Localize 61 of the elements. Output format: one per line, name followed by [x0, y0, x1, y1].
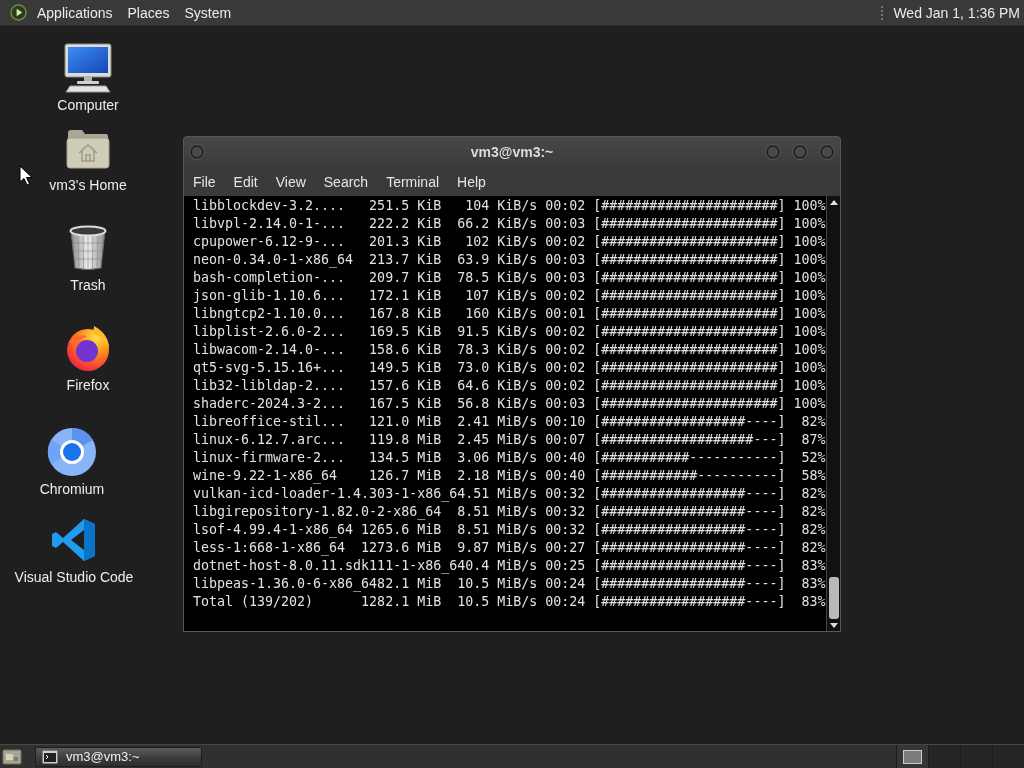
vscode-icon[interactable] — [51, 517, 97, 563]
desktop-icon-label[interactable]: vm3's Home — [49, 176, 127, 194]
terminal-line: vulkan-icd-loader-1.4.303-1-x86_64.51 MiB/s 00:32 [##################----] 82% — [193, 485, 826, 503]
terminal-line: libplist-2.6.0-2... 169.5 KiB 91.5 KiB/s 00:02 [######################] 100% — [193, 323, 826, 341]
terminal-line: libngtcp2-1.10.0... 167.8 KiB 160 KiB/s 00:01 [######################] 100% — [193, 305, 826, 323]
panel-menu[interactable]: System — [177, 4, 239, 21]
taskbar-button[interactable]: vm3@vm3:~ — [35, 746, 202, 767]
drag-handle-icon[interactable] — [881, 4, 885, 21]
terminal-line: less-1:668-1-x86_64 1273.6 MiB 9.87 MiB/s 00:27 [##################----] 82% — [193, 539, 826, 557]
menu-item[interactable]: Help — [449, 170, 494, 193]
desktop-icon-label[interactable]: Visual Studio Code — [14, 568, 134, 586]
terminal-line: libpeas-1.36.0-6-x86_6482.1 MiB 10.5 MiB/s 00:24 [##################----] 83% — [193, 575, 826, 593]
menu-item[interactable]: View — [267, 170, 314, 193]
menu-item[interactable]: Terminal — [378, 170, 448, 193]
terminal-line: libreoffice-stil... 121.0 MiB 2.41 MiB/s 00:10 [##################----] 82% — [193, 413, 826, 431]
menu-item[interactable]: Search — [315, 170, 377, 193]
terminal-line: Total (139/202) 1282.1 MiB 10.5 MiB/s 00:24 [##################----] 83% — [193, 593, 826, 611]
terminal-line: dotnet-host-8.0.11.sdk111-1-x86_640.4 MiB/s 00:25 [##################----] 83% — [193, 557, 826, 575]
terminal-line: cpupower-6.12-9-... 201.3 KiB 102 KiB/s 00:02 [######################] 100% — [193, 233, 826, 251]
terminal-line: libvpl-2.14.0-1-... 222.2 KiB 66.2 KiB/s 00:03 [######################] 100% — [193, 215, 826, 233]
scroll-up-arrow-icon[interactable] — [829, 200, 838, 205]
terminal-line: wine-9.22-1-x86_64 126.7 MiB 2.18 MiB/s 00:40 [############----------] 58% — [193, 467, 826, 485]
firefox-icon[interactable] — [64, 324, 112, 372]
trash-icon[interactable] — [68, 225, 108, 271]
scroll-down-arrow-icon[interactable] — [829, 623, 838, 628]
desktop-icon-label[interactable]: Firefox — [66, 376, 110, 394]
clock[interactable]: Wed Jan 1, 1:36 PM — [893, 4, 1020, 21]
workspace-cell[interactable] — [992, 745, 1024, 768]
workspace-cell[interactable] — [896, 745, 928, 768]
chromium-icon[interactable] — [47, 427, 97, 477]
terminal-line: libwacom-2.14.0-... 158.6 KiB 78.3 KiB/s 00:02 [######################] 100% — [193, 341, 826, 359]
window-thumbnail-icon — [903, 749, 922, 764]
terminal-line: linux-firmware-2... 134.5 MiB 3.06 MiB/s 00:40 [###########-----------] 52% — [193, 449, 826, 467]
show-desktop-icon[interactable] — [2, 747, 22, 766]
terminal-line: neon-0.34.0-1-x86_64 213.7 KiB 63.9 KiB/s 00:03 [######################] 100% — [193, 251, 826, 269]
panel-menu[interactable]: Places — [120, 4, 177, 21]
desktop-icon-label[interactable]: Trash — [70, 276, 106, 294]
desktop-icon-label[interactable]: Computer — [57, 96, 119, 114]
menu-item[interactable]: File — [185, 170, 224, 193]
panel-menu[interactable]: Applications — [30, 4, 120, 21]
terminal-icon — [42, 749, 58, 764]
computer-icon[interactable] — [63, 43, 113, 93]
workspace-cell[interactable] — [960, 745, 992, 768]
terminal-line: bash-completion-... 209.7 KiB 78.5 KiB/s 00:03 [######################] 100% — [193, 269, 826, 287]
terminal-line: lib32-libldap-2.... 157.6 KiB 64.6 KiB/s 00:02 [######################] 100% — [193, 377, 826, 395]
terminal-line: json-glib-1.10.6... 172.1 KiB 107 KiB/s 00:02 [######################] 100% — [193, 287, 826, 305]
desktop-icon-label[interactable]: Chromium — [39, 480, 105, 498]
mouse-pointer-icon — [19, 165, 33, 186]
scrollbar-thumb[interactable] — [828, 577, 839, 619]
terminal-line: shaderc-2024.3-2... 167.5 KiB 56.8 KiB/s 00:03 [######################] 100% — [193, 395, 826, 413]
terminal-line: qt5-svg-5.15.16+... 149.5 KiB 73.0 KiB/s 00:02 [######################] 100% — [193, 359, 826, 377]
play-circle-icon[interactable] — [10, 4, 27, 21]
terminal-line: linux-6.12.7.arc... 119.8 MiB 2.45 MiB/s 00:07 [###################---] 87% — [193, 431, 826, 449]
terminal-line: libblockdev-3.2.... 251.5 KiB 104 KiB/s 00:02 [######################] 100% — [193, 197, 826, 215]
terminal-line: lsof-4.99.4-1-x86_64 1265.6 MiB 8.51 MiB/s 00:32 [##################----] 82% — [193, 521, 826, 539]
scrollbar[interactable] — [826, 196, 840, 631]
workspace-cell[interactable] — [928, 745, 960, 768]
home-folder-icon[interactable] — [66, 127, 110, 169]
window-title: vm3@vm3:~ — [469, 144, 555, 160]
terminal-line: libgirepository-1.82.0-2-x86_64 8.51 MiB/s 00:32 [##################----] 82% — [193, 503, 826, 521]
menu-item[interactable]: Edit — [225, 170, 266, 193]
